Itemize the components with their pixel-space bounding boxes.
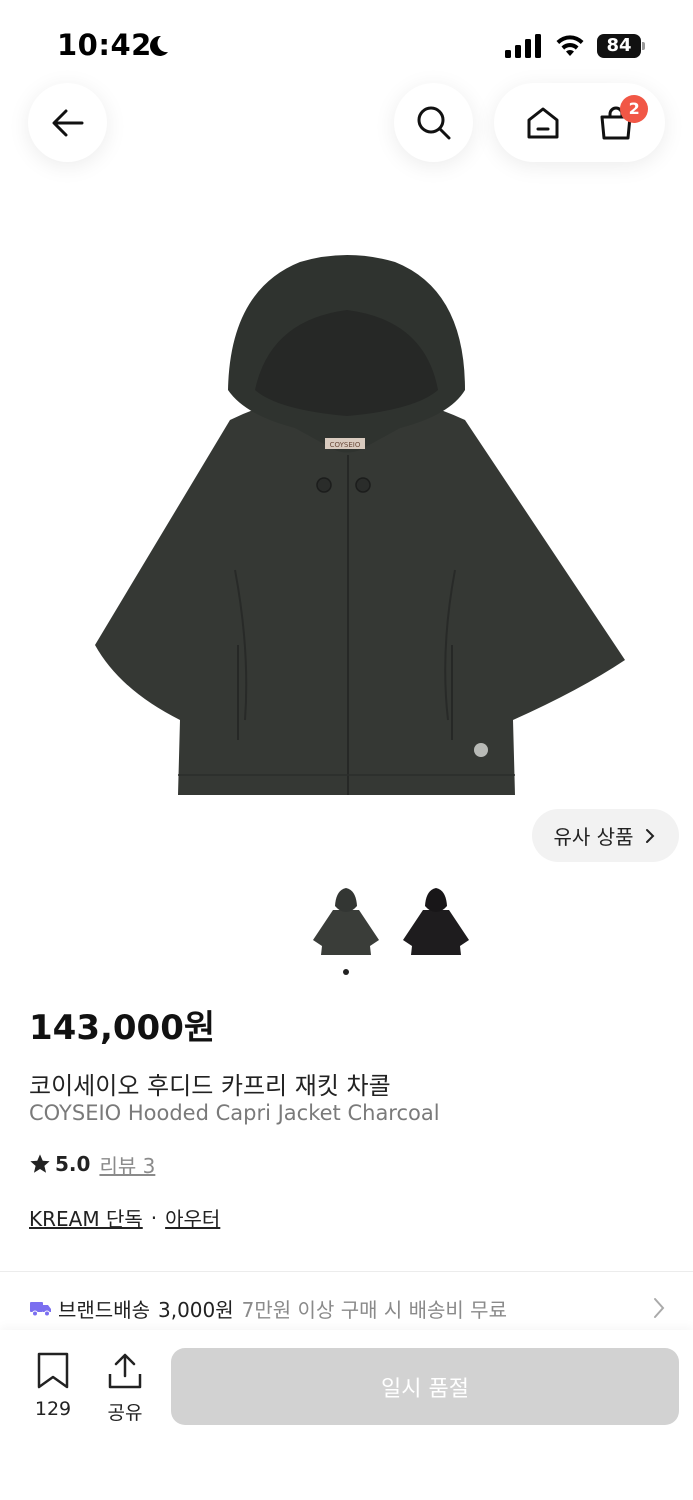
shipping-label: 브랜드배송 [58,1297,150,1322]
tag-kream-exclusive[interactable]: KREAM 단독 [29,1203,143,1232]
home-button[interactable] [513,93,573,153]
product-price: 143,000원 [29,1008,216,1048]
jacket-label: COYSEIO [330,441,361,449]
moon-icon [150,35,168,56]
cart-button[interactable]: 2 [586,93,649,153]
product-name-ko: 코이세이오 후디드 카프리 재킷 차콜 [29,1072,391,1100]
truck-icon [30,1302,51,1317]
soldout-label: 일시 품절 [381,1376,469,1402]
search-button[interactable] [394,83,473,162]
chevron-right-icon [654,1298,665,1318]
home-cart-group: 2 [494,83,665,162]
bookmark-icon [37,1352,69,1389]
shipping-note: 7만원 이상 구매 시 배송비 무료 [241,1297,507,1322]
battery-level: 84 [606,35,632,56]
rating: 5.0 리뷰 3 [29,1150,155,1178]
soldout-button[interactable]: 일시 품절 [171,1348,679,1425]
share-label: 공유 [107,1402,143,1424]
status-time: 10:42 [57,28,152,62]
carousel-indicator [343,969,349,975]
back-button[interactable] [28,83,107,162]
search-icon [417,106,450,139]
home-icon [527,107,559,138]
bookmark-button[interactable]: 129 [20,1352,86,1420]
bookmark-count: 129 [34,1398,72,1420]
signal-icon [505,34,541,58]
thumbnail-black[interactable] [397,882,475,960]
chevron-right-icon [646,828,655,843]
divider [0,1271,693,1272]
battery-icon: 84 [597,34,645,58]
share-button[interactable]: 공유 [92,1352,158,1425]
rating-value: 5.0 [55,1152,91,1176]
back-arrow-icon [52,109,83,136]
thumbnail-strip [307,882,477,962]
shipping-info-row[interactable]: 브랜드배송 3,000원 7만원 이상 구매 시 배송비 무료 [30,1290,670,1326]
tag-separator: · [150,1205,158,1230]
product-image[interactable]: COYSEIO [60,250,635,805]
cart-badge: 2 [620,94,649,123]
share-icon [108,1353,142,1389]
thumbnail-charcoal[interactable] [307,882,385,960]
wifi-icon [556,35,584,56]
similar-products-label: 유사 상품 [553,825,634,849]
shipping-fee: 3,000원 [158,1297,234,1322]
tag-outer[interactable]: 아우터 [165,1203,220,1232]
status-bar: 10:42 84 [0,0,693,92]
bottom-action-bar: 129 공유 일시 품절 [0,1330,693,1500]
star-icon [30,1154,50,1173]
product-name-en: COYSEIO Hooded Capri Jacket Charcoal [29,1101,440,1125]
similar-products-button[interactable]: 유사 상품 [532,809,679,862]
review-link[interactable]: 리뷰 3 [99,1150,155,1179]
product-tags: KREAM 단독 · 아우터 [29,1203,220,1232]
